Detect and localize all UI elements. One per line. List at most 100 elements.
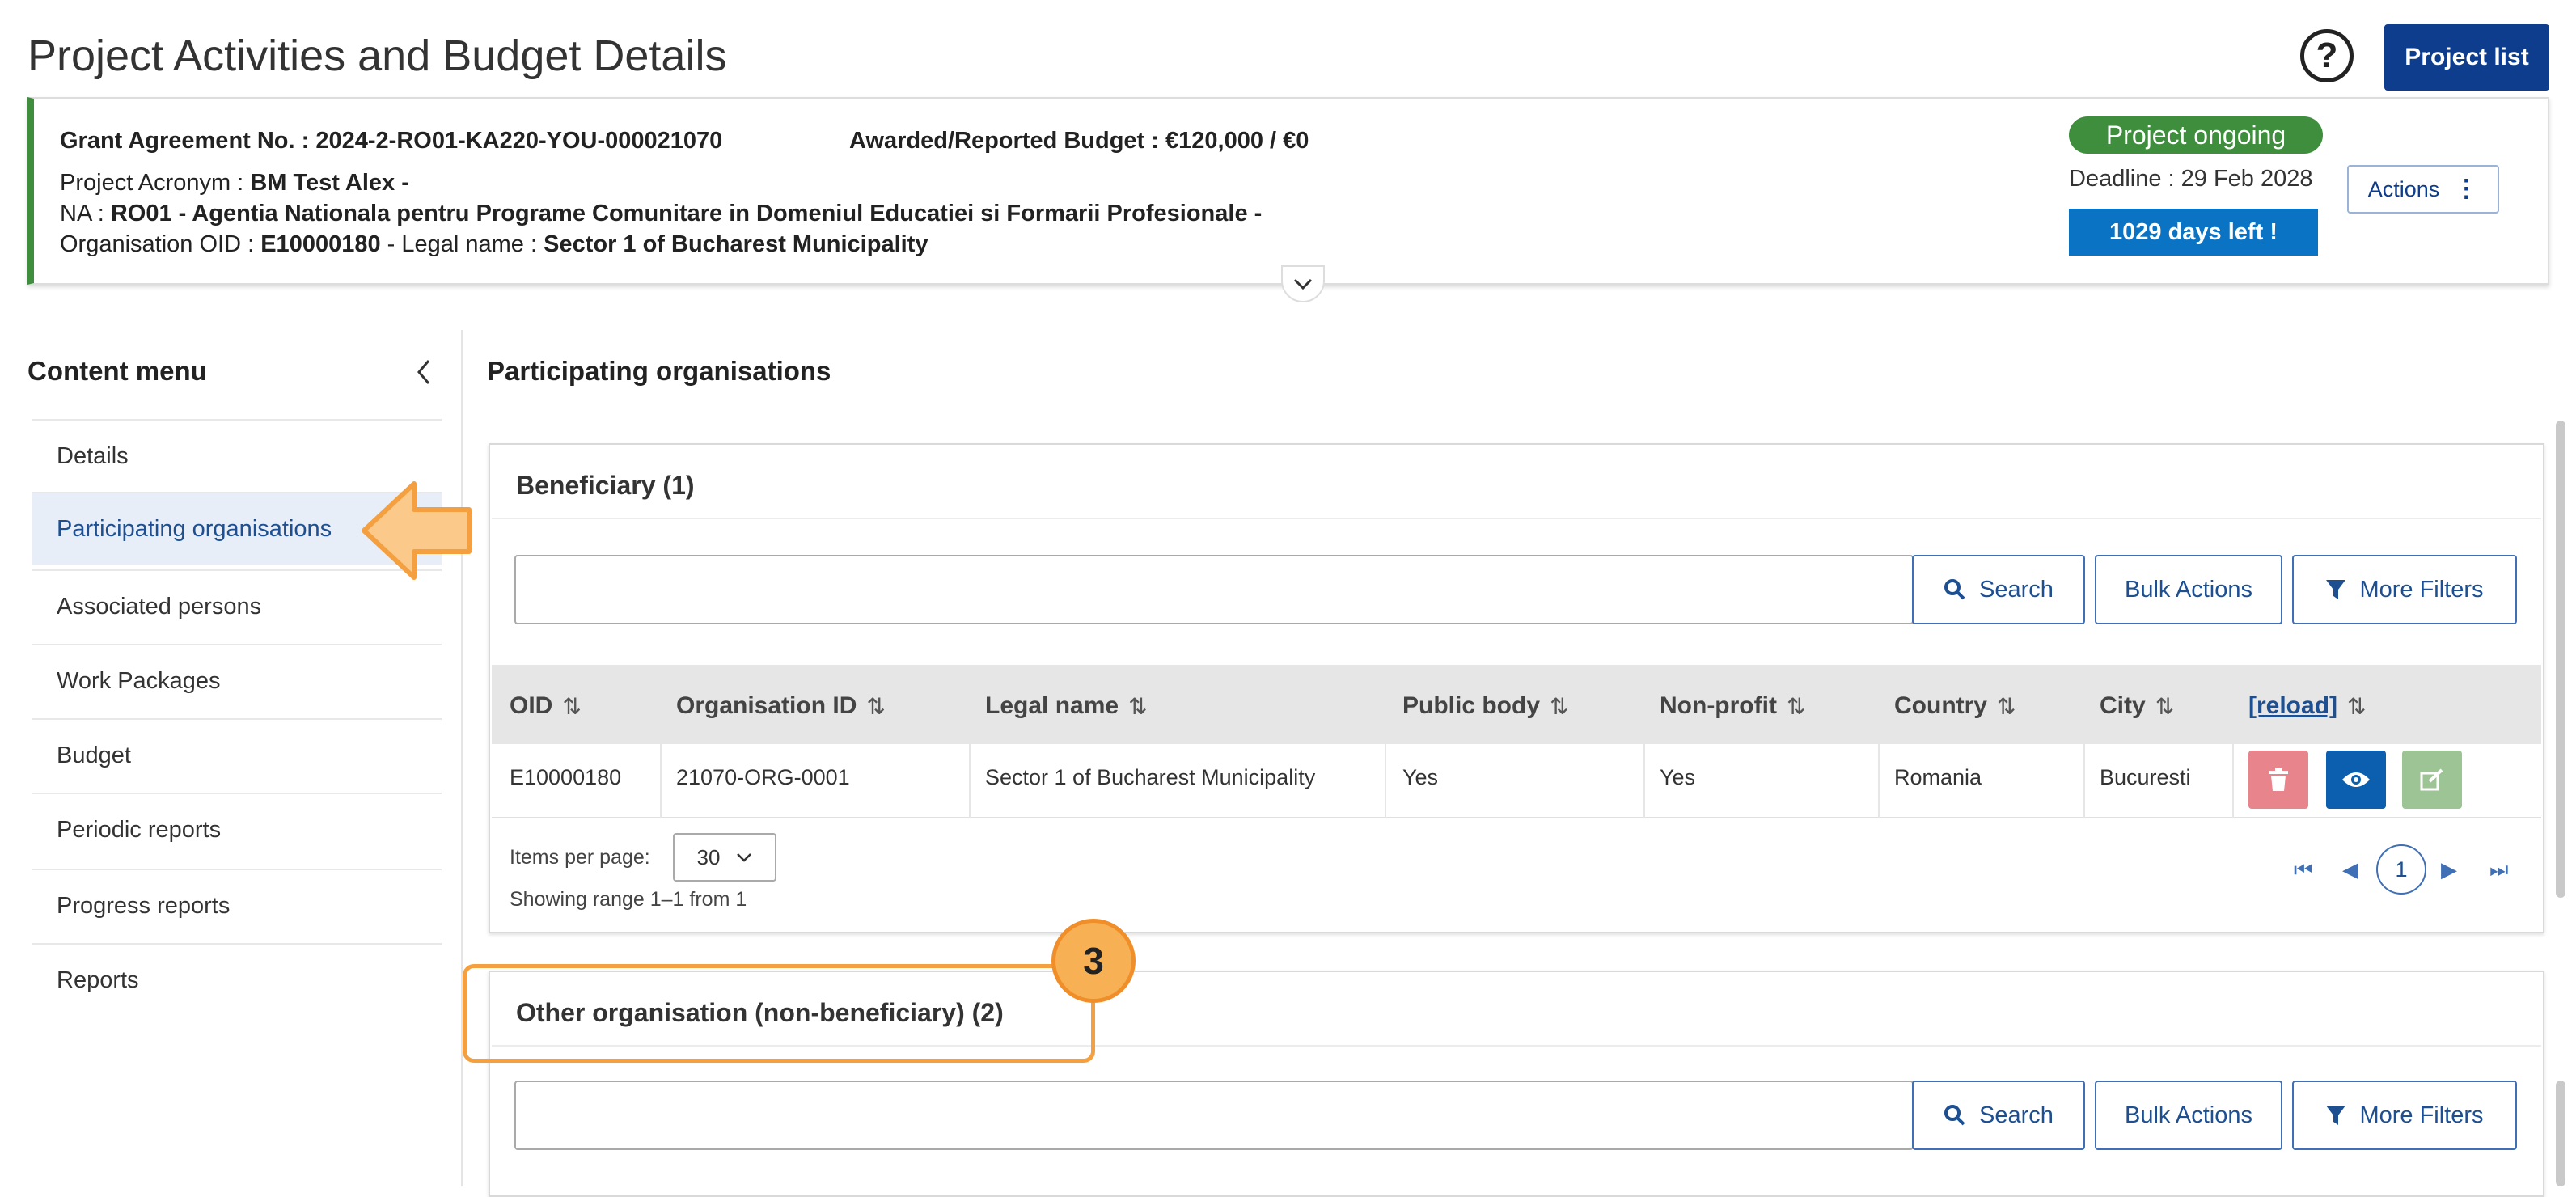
search-icon <box>1944 1105 1965 1126</box>
sort-icon: ⇅ <box>1786 693 1806 719</box>
cell-oid: E10000180 <box>510 765 622 789</box>
sidebar-item-work-packages[interactable]: Work Packages <box>32 644 442 717</box>
filter-icon <box>2326 580 2346 599</box>
sort-icon: ⇅ <box>562 693 582 719</box>
delete-button[interactable] <box>2248 751 2308 809</box>
search-label: Search <box>1979 1102 2054 1128</box>
other-search-button[interactable]: Search <box>1912 1081 2085 1150</box>
items-per-page-value: 30 <box>696 844 721 869</box>
column-header-oid[interactable]: OID ⇅ <box>510 692 582 720</box>
last-page-icon[interactable]: ⏭ <box>2489 857 2508 883</box>
section-title: Participating organisations <box>487 356 831 386</box>
column-header-country[interactable]: Country ⇅ <box>1894 692 2016 720</box>
expand-card-button[interactable] <box>1281 265 1325 302</box>
page-title: Project Activities and Budget Details <box>27 32 727 80</box>
sidebar-item-label: Budget <box>57 742 131 768</box>
column-label: City <box>2100 692 2146 719</box>
column-label: Non-profit <box>1660 692 1777 719</box>
other-more-filters-button[interactable]: More Filters <box>2292 1081 2517 1150</box>
edit-button[interactable] <box>2402 751 2462 809</box>
grant-value: 2024-2-RO01-KA220-YOU-000021070 <box>315 128 723 154</box>
national-agency: NA : RO01 - Agentia Nationala pentru Pro… <box>60 201 1262 227</box>
chevron-left-icon[interactable] <box>411 356 435 388</box>
column-separator <box>2232 744 2234 818</box>
column-separator <box>969 744 971 818</box>
sidebar-item-label: Progress reports <box>57 892 231 919</box>
beneficiary-bulk-actions-button[interactable]: Bulk Actions <box>2095 555 2282 624</box>
column-header-reload[interactable]: [reload] ⇅ <box>2248 692 2366 720</box>
column-separator <box>2083 744 2085 818</box>
column-separator <box>1878 744 1880 818</box>
column-header-non-profit[interactable]: Non-profit ⇅ <box>1660 692 1805 720</box>
trash-icon <box>2269 768 2288 791</box>
cell-public-body: Yes <box>1402 765 1439 789</box>
column-label: Legal name <box>985 692 1119 719</box>
column-header-city[interactable]: City ⇅ <box>2100 692 2174 720</box>
beneficiary-more-filters-button[interactable]: More Filters <box>2292 555 2517 624</box>
view-button[interactable] <box>2326 751 2386 809</box>
kebab-icon: ⋮ <box>2454 176 2479 202</box>
cell-city: Bucuresti <box>2100 765 2191 789</box>
column-separator <box>1643 744 1645 818</box>
column-header-legal-name[interactable]: Legal name ⇅ <box>985 692 1148 720</box>
other-bulk-actions-button[interactable]: Bulk Actions <box>2095 1081 2282 1150</box>
actions-button[interactable]: Actions ⋮ <box>2347 165 2499 214</box>
sidebar-item-label: Periodic reports <box>57 816 222 843</box>
sidebar-item-label: Associated persons <box>57 593 262 620</box>
column-label: Organisation ID <box>676 692 857 719</box>
cell-organisation-id: 21070-ORG-0001 <box>676 765 850 789</box>
grant-label: Grant Agreement No. : <box>60 128 316 154</box>
more-filters-label: More Filters <box>2359 576 2484 603</box>
oid-value: E10000180 <box>260 231 381 257</box>
column-separator <box>1385 744 1386 818</box>
project-acronym: Project Acronym : BM Test Alex - <box>60 170 409 197</box>
items-per-page-label: Items per page: <box>510 846 650 869</box>
column-header-public-body[interactable]: Public body ⇅ <box>1402 692 1568 720</box>
items-per-page-select[interactable]: 30 <box>673 833 776 882</box>
acronym-label: Project Acronym : <box>60 170 251 196</box>
sidebar-item-progress-reports[interactable]: Progress reports <box>32 869 442 941</box>
next-page-icon[interactable]: ▶ <box>2441 857 2457 882</box>
sidebar-item-label: Reports <box>57 966 139 993</box>
sort-icon: ⇅ <box>2347 693 2367 719</box>
legal-label: - Legal name : <box>380 231 544 257</box>
highlight-box <box>463 964 1095 1063</box>
column-label: OID <box>510 692 553 719</box>
deadline-text: Deadline : 29 Feb 2028 <box>2069 166 2313 192</box>
beneficiary-search-input[interactable] <box>514 555 1914 624</box>
actions-label: Actions <box>2367 176 2440 201</box>
first-page-icon[interactable]: ⏮ <box>2294 857 2312 883</box>
question-circle-icon: ? <box>2316 36 2338 75</box>
range-text: Showing range 1–1 from 1 <box>510 888 747 911</box>
budget-value: €120,000 / €0 <box>1165 128 1309 154</box>
column-header-organisation-id[interactable]: Organisation ID ⇅ <box>676 692 886 720</box>
sidebar-item-label: Details <box>57 442 129 469</box>
sidebar-item-budget[interactable]: Budget <box>32 718 442 791</box>
project-list-button[interactable]: Project list <box>2384 24 2549 91</box>
sort-icon: ⇅ <box>1997 693 2016 719</box>
scrollbar[interactable] <box>2556 421 2565 898</box>
legal-value: Sector 1 of Bucharest Municipality <box>544 231 928 257</box>
sidebar-item-periodic-reports[interactable]: Periodic reports <box>32 793 442 865</box>
acronym-value: BM Test Alex - <box>250 170 409 196</box>
reload-link[interactable]: [reload] <box>2248 692 2337 720</box>
cell-country: Romania <box>1894 765 1982 789</box>
organisation-oid: Organisation OID : E10000180 - Legal nam… <box>60 231 928 258</box>
scrollbar[interactable] <box>2556 1081 2565 1186</box>
help-button[interactable]: ? <box>2300 29 2354 82</box>
sidebar-item-reports[interactable]: Reports <box>32 943 442 1016</box>
cell-non-profit: Yes <box>1660 765 1696 789</box>
na-value: RO01 - Agentia Nationala pentru Programe… <box>110 201 1263 226</box>
sort-icon: ⇅ <box>1128 693 1148 719</box>
previous-page-icon[interactable]: ◀ <box>2342 857 2358 882</box>
page-number[interactable]: 1 <box>2376 844 2426 895</box>
awarded-budget: Awarded/Reported Budget : €120,000 / €0 <box>849 128 1309 154</box>
other-search-input[interactable] <box>514 1081 1914 1150</box>
beneficiary-search-button[interactable]: Search <box>1912 555 2085 624</box>
cell-legal-name: Sector 1 of Bucharest Municipality <box>985 765 1316 789</box>
chevron-down-icon <box>737 853 752 862</box>
content-menu-title: Content menu <box>27 356 207 386</box>
column-label: Public body <box>1402 692 1541 719</box>
eye-icon <box>2342 772 2370 787</box>
sort-icon: ⇅ <box>2155 693 2175 719</box>
